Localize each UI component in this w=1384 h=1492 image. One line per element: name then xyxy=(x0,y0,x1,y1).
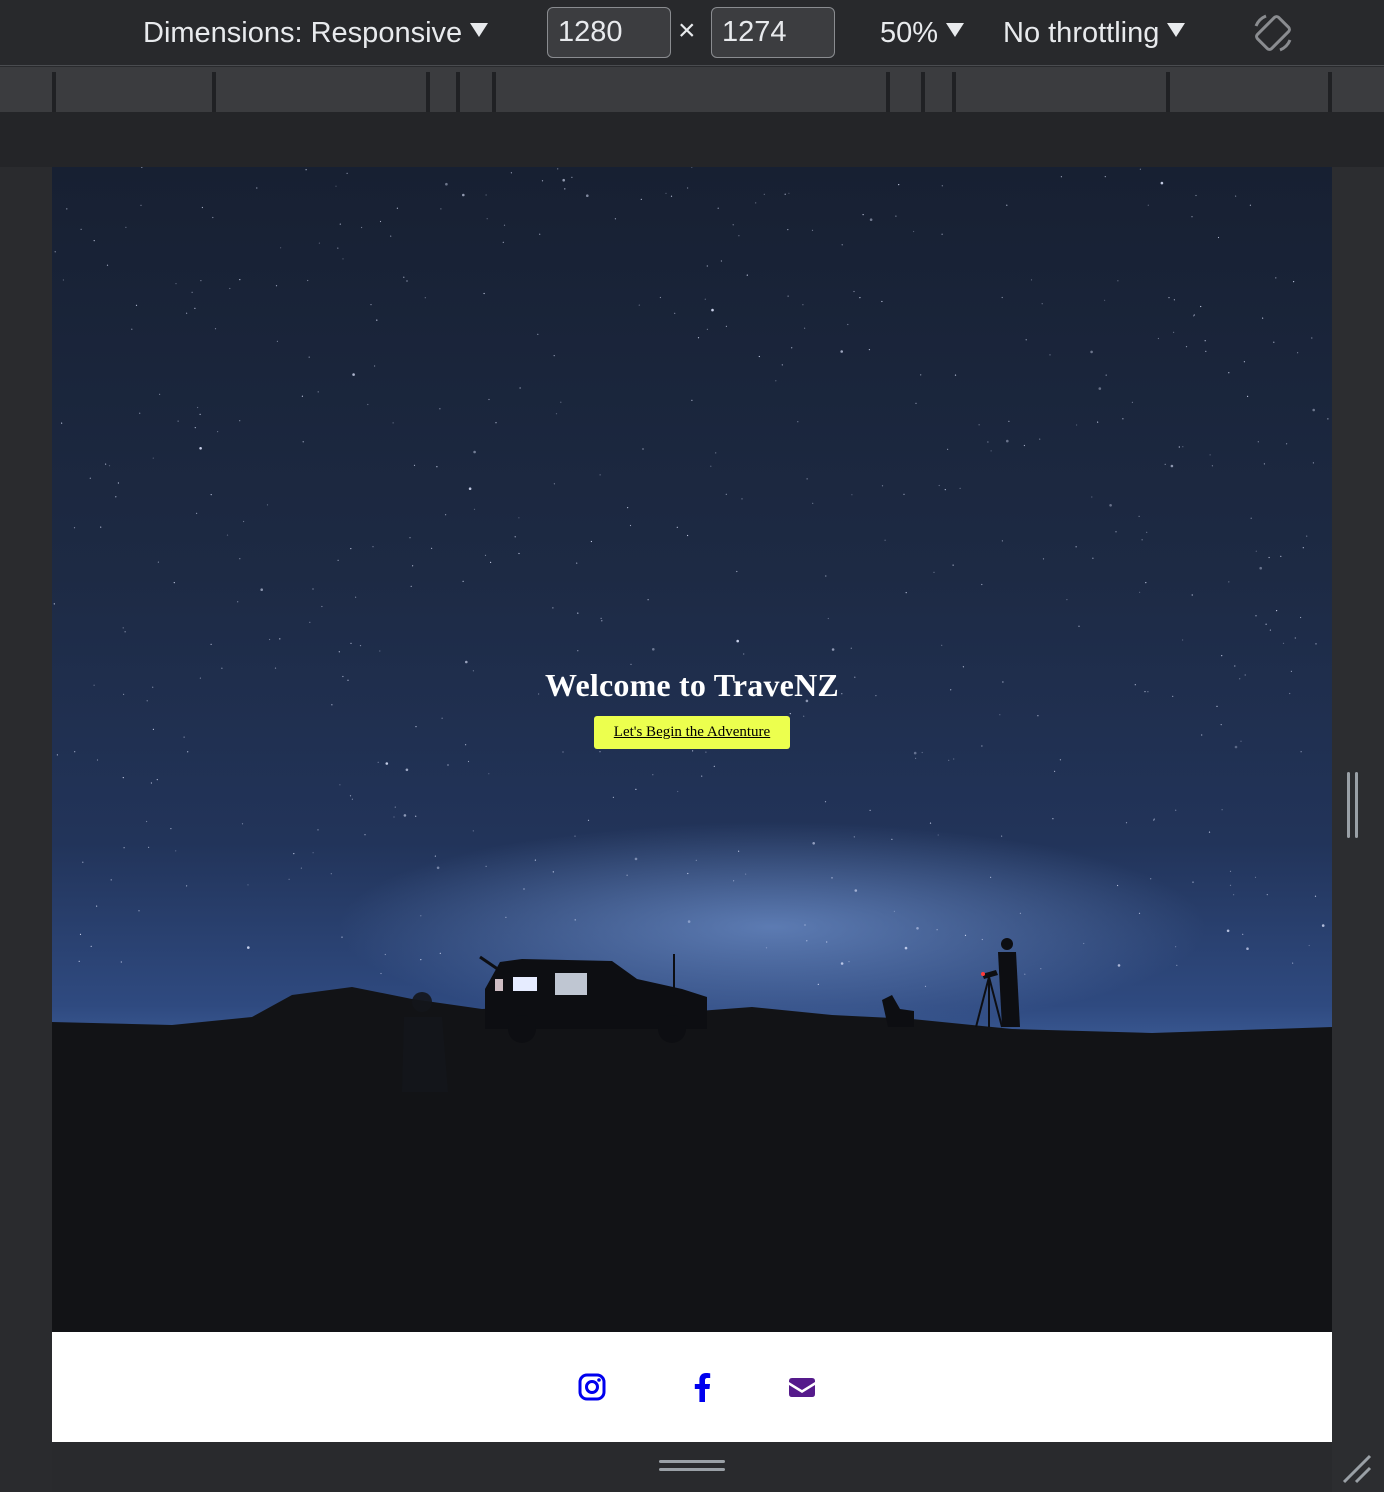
footer xyxy=(52,1332,1332,1442)
right-resize-handle[interactable] xyxy=(1347,772,1365,838)
bottom-resize-handle[interactable] xyxy=(659,1460,725,1476)
corner-resize-handle[interactable] xyxy=(1340,1452,1374,1486)
envelope-icon xyxy=(789,1378,815,1397)
throttling-label: No throttling xyxy=(1003,16,1160,49)
hero-section: Welcome to TraveNZ Let's Begin the Adven… xyxy=(52,167,1332,1332)
media-query-bar[interactable] xyxy=(0,67,1384,112)
dimensions-label: Dimensions: Responsive xyxy=(143,16,463,49)
hero-title: Welcome to TraveNZ xyxy=(545,667,839,703)
device-toolbar: Dimensions: Responsive × 50% No throttli… xyxy=(0,0,1384,66)
begin-adventure-button[interactable]: Let's Begin the Adventure xyxy=(593,716,791,749)
zoom-label: 50% xyxy=(880,16,939,49)
chevron-down-icon xyxy=(946,23,965,37)
rotate-button[interactable] xyxy=(1250,0,1296,66)
height-input[interactable] xyxy=(711,7,835,58)
facebook-icon xyxy=(694,1373,711,1402)
dimensions-dropdown[interactable]: Dimensions: Responsive xyxy=(143,0,489,66)
ruler-gutter xyxy=(0,112,1384,167)
night-landscape xyxy=(52,938,1332,1332)
facebook-link[interactable] xyxy=(687,1370,717,1404)
left-gutter xyxy=(0,167,52,1492)
device-viewport: Welcome to TraveNZ Let's Begin the Adven… xyxy=(52,167,1332,1442)
hero-content: Welcome to TraveNZ Let's Begin the Adven… xyxy=(52,667,1332,749)
times-symbol: × xyxy=(678,14,696,47)
chevron-down-icon xyxy=(1167,23,1186,37)
email-link[interactable] xyxy=(787,1370,817,1404)
throttling-dropdown[interactable]: No throttling xyxy=(1003,0,1186,66)
width-input[interactable] xyxy=(547,7,671,58)
chevron-down-icon xyxy=(470,23,489,37)
instagram-icon xyxy=(578,1373,606,1401)
zoom-dropdown[interactable]: 50% xyxy=(880,0,965,66)
rotate-icon xyxy=(1254,14,1292,52)
instagram-link[interactable] xyxy=(577,1370,607,1404)
